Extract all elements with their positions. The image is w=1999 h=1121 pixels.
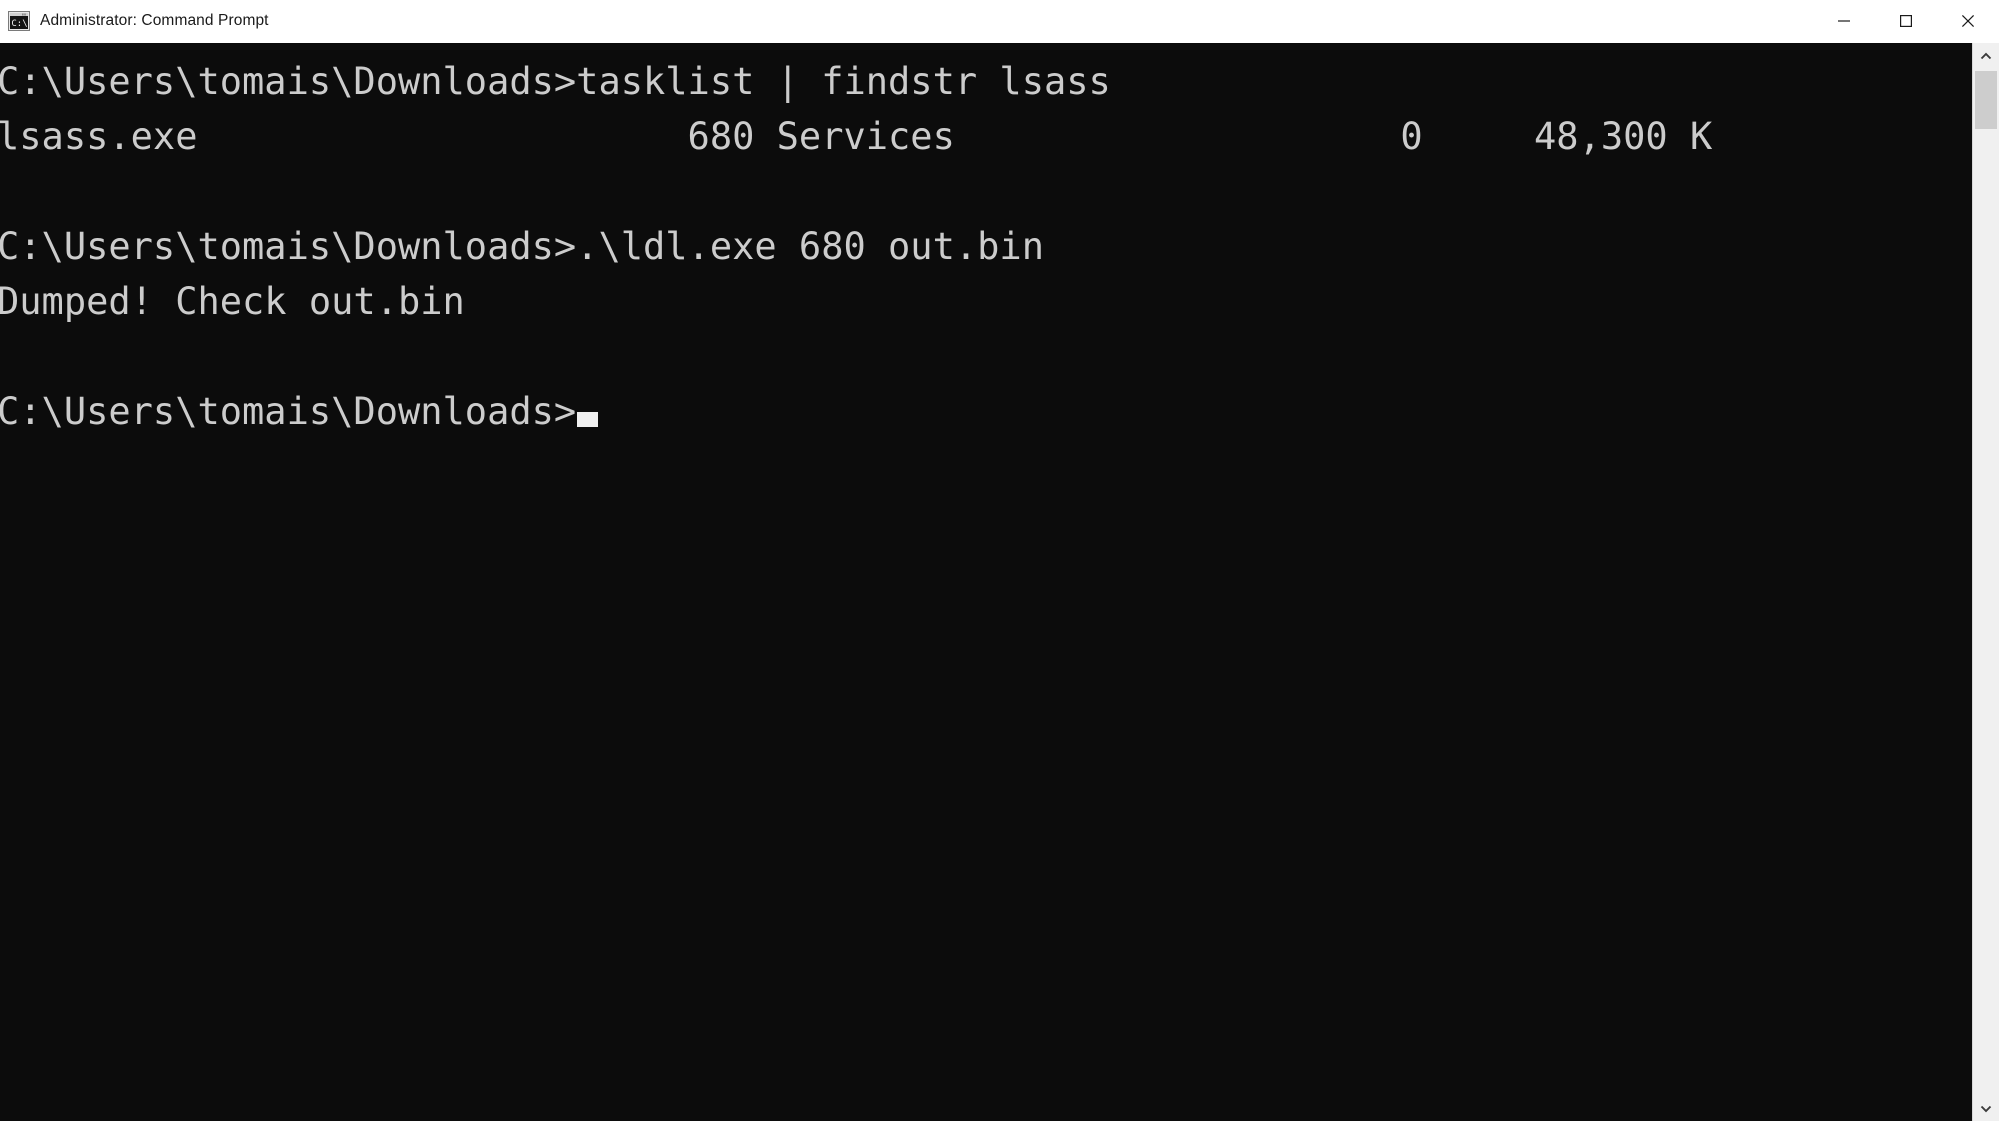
vertical-scrollbar[interactable]	[1972, 43, 1999, 1121]
terminal-line: C:\Users\tomais\Downloads>tasklist | fin…	[0, 60, 1111, 103]
terminal-line: lsass.exe 680 Services 0 48,300 K	[0, 115, 1713, 158]
terminal-prompt-line: C:\Users\tomais\Downloads>	[0, 384, 1972, 439]
block-cursor	[577, 412, 599, 427]
scroll-up-button[interactable]	[1973, 43, 1999, 69]
scrollbar-track[interactable]	[1973, 69, 1999, 1095]
title-bar-left: C:\ Administrator: Command Prompt	[0, 11, 1813, 31]
terminal-line: C:\Users\tomais\Downloads>.\ldl.exe 680 …	[0, 225, 1044, 268]
console-area: C:\Users\tomais\Downloads>tasklist | fin…	[0, 43, 1999, 1121]
chevron-up-icon	[1980, 52, 1992, 59]
window-title: Administrator: Command Prompt	[40, 12, 269, 29]
scrollbar-thumb[interactable]	[1975, 71, 1997, 129]
terminal-line: Dumped! Check out.bin	[0, 280, 465, 323]
chevron-down-icon	[1980, 1105, 1992, 1112]
command-prompt-window: C:\ Administrator: Command Prompt C:\Use…	[0, 0, 1999, 1121]
prompt-text: C:\Users\tomais\Downloads>	[0, 390, 577, 433]
minimize-button[interactable]	[1813, 0, 1875, 42]
close-button[interactable]	[1937, 0, 1999, 42]
terminal-output[interactable]: C:\Users\tomais\Downloads>tasklist | fin…	[0, 43, 1972, 1121]
maximize-button[interactable]	[1875, 0, 1937, 42]
caption-buttons	[1813, 0, 1999, 42]
console-icon: C:\	[8, 11, 30, 31]
svg-text:C:\: C:\	[11, 19, 27, 29]
title-bar[interactable]: C:\ Administrator: Command Prompt	[0, 0, 1999, 43]
scroll-down-button[interactable]	[1973, 1095, 1999, 1121]
